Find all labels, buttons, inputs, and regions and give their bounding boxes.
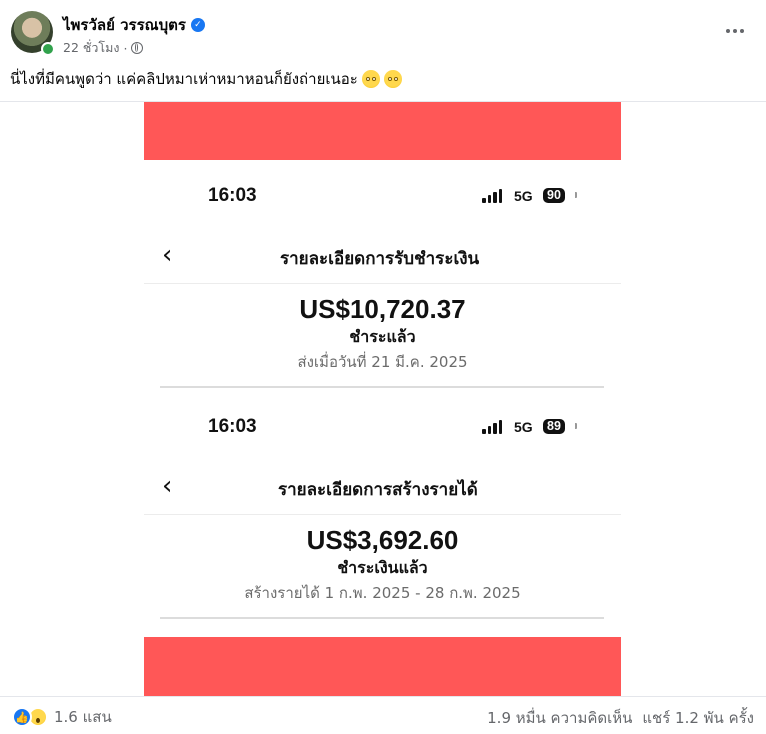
earnings-amount: US$3,692.60 — [306, 525, 459, 555]
redacted-bar-bottom — [144, 637, 621, 696]
globe-icon — [131, 42, 144, 54]
post-author[interactable]: ไพรวัลย์ วรรณบุตร ✓ — [63, 13, 205, 37]
network-label: 5G — [514, 188, 533, 204]
rolling-eyes-emoji-icon — [361, 70, 380, 88]
shares-count[interactable]: แชร์ 1.2 พัน ครั้ง — [642, 706, 754, 730]
verified-badge-icon: ✓ — [190, 18, 205, 32]
signal-icon — [482, 189, 502, 203]
rolling-eyes-emoji-icon — [383, 70, 402, 88]
reactions-summary[interactable]: 👍 1.6 แสน — [12, 705, 112, 729]
online-status-indicator — [41, 42, 55, 56]
chevron-left-icon[interactable]: ‹ — [162, 242, 172, 268]
dot-icon — [740, 29, 744, 33]
more-options-button[interactable] — [722, 20, 748, 42]
battery-icon: 89 — [543, 419, 565, 434]
post-timestamp[interactable]: 22 ชั่วโมง — [63, 38, 119, 58]
divider — [0, 696, 766, 697]
post-caption: นี่ไงที่มีคนพูดว่า แค่คลิปหมาเห่าหมาหอนก… — [10, 67, 402, 91]
dot-icon — [726, 29, 730, 33]
payment-date: ส่งเมื่อวันที่ 21 มี.ค. 2025 — [297, 353, 468, 371]
signal-icon — [482, 420, 502, 434]
battery-tip — [575, 423, 577, 429]
redacted-bar-top — [144, 102, 621, 160]
payment-amount: US$10,720.37 — [299, 294, 466, 324]
author-name[interactable]: ไพรวัลย์ วรรณบุตร — [63, 13, 186, 37]
like-reaction-icon: 👍 — [12, 707, 32, 727]
payment-status: ชำระแล้ว — [349, 327, 416, 346]
caption-text: นี่ไงที่มีคนพูดว่า แค่คลิปหมาเห่าหมาหอนก… — [10, 70, 358, 88]
engagement-stats: 1.9 หมื่น ความคิดเห็น แชร์ 1.2 พัน ครั้ง — [487, 706, 754, 730]
meta-separator: · — [123, 40, 128, 56]
comments-count[interactable]: 1.9 หมื่น ความคิดเห็น — [487, 706, 632, 730]
divider — [144, 283, 621, 284]
divider — [144, 514, 621, 515]
battery-icon: 90 — [543, 188, 565, 203]
earnings-status: ชำระเงินแล้ว — [337, 558, 428, 577]
earnings-period: สร้างรายได้ 1 ก.พ. 2025 - 28 ก.พ. 2025 — [244, 584, 521, 602]
panel-title: รายละเอียดการรับชำระเงิน — [280, 249, 480, 269]
panel-title: รายละเอียดการสร้างรายได้ — [278, 480, 478, 500]
battery-tip — [575, 192, 577, 198]
network-label: 5G — [514, 419, 533, 435]
dot-icon — [733, 29, 737, 33]
status-bar-time: 16:03 — [208, 416, 257, 437]
panel-separator — [160, 386, 604, 388]
reaction-count[interactable]: 1.6 แสน — [54, 705, 112, 729]
panel-separator — [160, 617, 604, 619]
post-meta: 22 ชั่วโมง · — [63, 38, 144, 58]
post-image[interactable]: 16:03 5G 90 ‹ รายละเอียดการรับชำระเงิน U… — [144, 102, 621, 696]
chevron-left-icon[interactable]: ‹ — [162, 473, 172, 499]
status-bar-time: 16:03 — [208, 185, 257, 206]
